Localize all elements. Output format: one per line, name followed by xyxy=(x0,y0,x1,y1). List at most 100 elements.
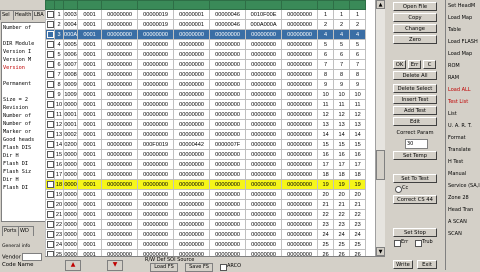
correct-param-input[interactable]: 30 xyxy=(405,139,428,149)
table-row[interactable]: 5 0006 0001 00000000 00000000 00000000 0000000… xyxy=(45,49,367,60)
row-select-cell[interactable] xyxy=(45,149,55,160)
change-button[interactable]: Change xyxy=(393,24,437,33)
row-select-cell[interactable] xyxy=(45,209,55,220)
table-header-cell[interactable] xyxy=(101,0,139,10)
table-row[interactable]: 13 0002 0001 00000000 00000000 00000000 000000… xyxy=(45,129,367,140)
row-select-cell[interactable] xyxy=(45,129,55,140)
load-fs-button[interactable]: Load FS xyxy=(150,263,178,272)
row-checkbox[interactable] xyxy=(46,190,54,198)
row-checkbox[interactable] xyxy=(46,120,54,128)
row-checkbox[interactable] xyxy=(46,50,54,58)
row-checkbox[interactable] xyxy=(46,30,54,38)
row-select-cell[interactable] xyxy=(45,139,55,150)
exit-button[interactable]: Exit xyxy=(417,260,437,269)
row-checkbox[interactable] xyxy=(46,210,54,218)
info-text-box[interactable]: Number of DIR Module Version I Version M Ver… xyxy=(1,22,45,222)
table-header-cell[interactable] xyxy=(137,0,175,10)
row-select-cell[interactable] xyxy=(45,89,55,100)
row-select-cell[interactable] xyxy=(45,189,55,200)
row-checkbox[interactable] xyxy=(46,20,54,28)
row-select-cell[interactable] xyxy=(45,119,55,130)
table-header-cell[interactable] xyxy=(349,0,367,10)
table-row[interactable]: 12 0001 0001 00000000 00000000 00000000 000000… xyxy=(45,119,367,130)
row-checkbox[interactable] xyxy=(46,180,54,188)
vendor-value[interactable] xyxy=(21,253,42,261)
set-to-test-button[interactable]: Set To Test xyxy=(393,174,437,183)
far-menu-item[interactable]: SCAN xyxy=(448,230,480,238)
row-select-cell[interactable] xyxy=(45,29,55,40)
row-checkbox[interactable] xyxy=(46,140,54,148)
table-row[interactable]: 22 0000 0001 00000000 00000000 00000000 000000… xyxy=(45,219,367,230)
table-row[interactable]: 4 0005 0001 00000000 00000000 00000000 0000000… xyxy=(45,39,367,50)
row-select-cell[interactable] xyxy=(45,159,55,170)
row-checkbox[interactable] xyxy=(46,10,54,18)
far-menu-item[interactable]: RAM xyxy=(448,74,480,82)
far-menu-item[interactable]: Manual xyxy=(448,170,480,178)
table-row[interactable]: 11 0001 0001 00000000 00000000 00000000 000000… xyxy=(45,109,367,120)
write-button[interactable]: Write xyxy=(393,260,413,269)
table-row[interactable]: 15 0000 0001 00000000 00000000 00000000 000000… xyxy=(45,149,367,160)
far-menu-item[interactable]: U. A. R. T. xyxy=(448,122,480,130)
table-header-cell[interactable] xyxy=(62,0,79,10)
far-menu-item[interactable]: Zone 28 xyxy=(448,194,480,202)
row-checkbox[interactable] xyxy=(46,80,54,88)
trub-checkbox[interactable] xyxy=(415,240,422,247)
far-menu-item[interactable]: List xyxy=(448,110,480,118)
table-row[interactable]: 9 1009 0001 00000000 00000000 00000000 0000000… xyxy=(45,89,367,100)
table-row[interactable]: 17 0000 0001 00000000 00000000 00000000 000000… xyxy=(45,169,367,180)
far-menu-item[interactable] xyxy=(448,242,480,250)
row-select-cell[interactable] xyxy=(45,229,55,240)
row-checkbox[interactable] xyxy=(46,240,54,248)
row-checkbox[interactable] xyxy=(46,70,54,78)
table-header-cell[interactable] xyxy=(54,0,64,10)
err-checkbox[interactable] xyxy=(394,240,401,247)
table-row[interactable]: 2 0004 0001 00000000 00000019 00000001 0000004… xyxy=(45,19,367,30)
row-checkbox[interactable] xyxy=(46,40,54,48)
add-test-button[interactable]: Add Test xyxy=(393,106,437,115)
far-menu-item[interactable]: Translate xyxy=(448,146,480,154)
row-checkbox[interactable] xyxy=(46,200,54,208)
row-checkbox[interactable] xyxy=(46,230,54,238)
row-checkbox[interactable] xyxy=(46,160,54,168)
row-select-cell[interactable] xyxy=(45,169,55,180)
save-fs-button[interactable]: Save FS xyxy=(185,263,213,272)
table-row[interactable]: 24 0000 0001 00000000 00000000 00000000 000000… xyxy=(45,239,367,250)
row-select-cell[interactable] xyxy=(45,69,55,80)
far-menu-item[interactable]: A SCAN xyxy=(448,218,480,226)
row-select-cell[interactable] xyxy=(45,19,55,30)
table-row[interactable]: 21 0000 0001 00000000 00000000 00000000 000000… xyxy=(45,209,367,220)
table-row[interactable]: 16 0000 0001 00000000 00000000 00000000 000000… xyxy=(45,159,367,170)
cc-radio[interactable] xyxy=(395,186,402,193)
tab-wd[interactable]: WD xyxy=(18,226,34,236)
table-header-cell[interactable] xyxy=(173,0,211,10)
far-menu-item[interactable]: Head Tran xyxy=(448,206,480,214)
delete-select-button[interactable]: Delete Select xyxy=(393,84,437,93)
table-header-cell[interactable] xyxy=(245,0,283,10)
table-row[interactable]: 14 0200 0001 00000000 000F0019 00000442 000000… xyxy=(45,139,367,150)
far-menu-item[interactable]: Format xyxy=(448,134,480,142)
edit-button[interactable]: Edit xyxy=(393,117,437,126)
far-menu-item[interactable]: Load Map xyxy=(448,14,480,22)
table-row[interactable]: 18 0000 0001 00000000 00000000 00000000 000000… xyxy=(45,179,367,190)
table-row[interactable]: 19 0000 0001 00000000 00000000 00000000 000000… xyxy=(45,189,367,200)
scroll-up-button[interactable]: ▲ xyxy=(376,0,385,9)
far-menu-item[interactable]: Test List xyxy=(448,98,480,106)
zero-button[interactable]: Zero xyxy=(393,35,437,44)
table-row[interactable]: 1 0003 0001 00000000 00000019 00000001 0000004… xyxy=(45,9,367,20)
row-checkbox[interactable] xyxy=(46,110,54,118)
row-select-cell[interactable] xyxy=(45,49,55,60)
row-select-cell[interactable] xyxy=(45,199,55,210)
far-menu-item[interactable]: ROM xyxy=(448,62,480,70)
table-header-cell[interactable] xyxy=(281,0,319,10)
open-file-button[interactable]: Open File xyxy=(393,2,437,11)
ok-button[interactable]: OK xyxy=(393,60,406,69)
set-stop-button[interactable]: Set Stop xyxy=(393,228,437,237)
row-select-cell[interactable] xyxy=(45,219,55,230)
scroll-down-button[interactable]: ▼ xyxy=(376,247,385,256)
err-button[interactable]: Err xyxy=(408,60,421,69)
far-menu-item[interactable]: Set HeadM xyxy=(448,2,480,10)
row-checkbox[interactable] xyxy=(46,220,54,228)
arrow-down-icon[interactable]: ▼ xyxy=(107,260,123,271)
tab-health[interactable]: Health xyxy=(13,10,34,20)
row-select-cell[interactable] xyxy=(45,109,55,120)
